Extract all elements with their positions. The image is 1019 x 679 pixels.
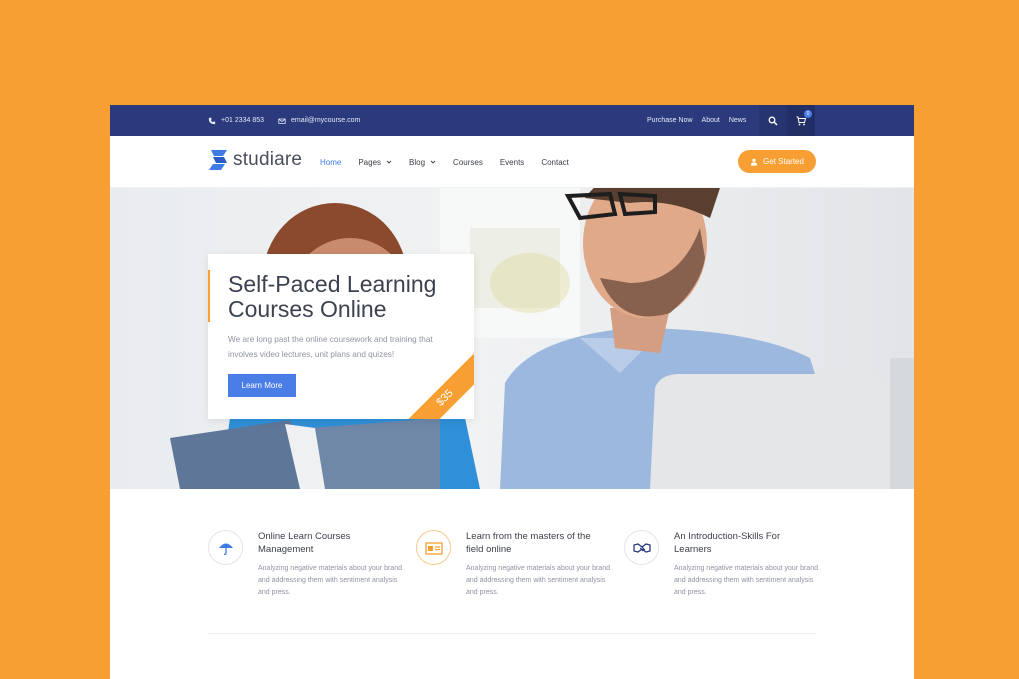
logo[interactable]: studiare xyxy=(208,149,302,171)
hero-title-line: Courses Online xyxy=(228,296,387,322)
news-link[interactable]: News xyxy=(729,117,747,124)
cart-count-badge: 0 xyxy=(804,110,812,118)
nav-label: Home xyxy=(320,157,342,167)
main-navbar: studiare Home Pages Blog Courses Events … xyxy=(110,136,914,188)
purchase-now-link[interactable]: Purchase Now xyxy=(647,117,693,124)
feature-text: Analyzing negative materials about your … xyxy=(674,565,818,596)
feature-icon-wrap xyxy=(624,530,659,565)
search-button[interactable] xyxy=(759,105,787,136)
hero-accent-bar xyxy=(208,270,210,322)
phone-icon xyxy=(208,117,216,124)
email-info: email@mycourse.com xyxy=(278,117,360,125)
id-card-icon xyxy=(424,541,443,555)
contact-info: +01 2334 853 email@mycourse.com xyxy=(208,105,360,136)
logo-mark-icon xyxy=(209,150,227,170)
chevron-down-icon xyxy=(386,160,392,164)
email-address[interactable]: email@mycourse.com xyxy=(291,117,360,124)
phone-number[interactable]: +01 2334 853 xyxy=(221,117,264,124)
website-preview: +01 2334 853 email@mycourse.com Purchase… xyxy=(110,105,914,679)
hero-title-line: Self-Paced Learning xyxy=(228,271,437,297)
nav-item-pages[interactable]: Pages xyxy=(358,158,392,167)
cart-button[interactable]: 0 xyxy=(787,105,815,136)
feature-icon-wrap xyxy=(208,530,243,565)
nav-item-home[interactable]: Home xyxy=(320,158,341,167)
get-started-button[interactable]: Get Started xyxy=(738,150,816,173)
phone-info: +01 2334 853 xyxy=(208,117,264,125)
nav-label: Courses xyxy=(453,157,483,167)
nav-item-blog[interactable]: Blog xyxy=(409,158,436,167)
about-link[interactable]: About xyxy=(702,117,720,124)
nav-item-courses[interactable]: Courses xyxy=(453,158,483,167)
feature-icon-wrap xyxy=(416,530,451,565)
section-divider xyxy=(208,633,816,634)
user-icon xyxy=(750,158,758,166)
get-started-label: Get Started xyxy=(763,157,804,166)
nav-label: Contact xyxy=(541,157,569,167)
feature-title: Online Learn Courses Management xyxy=(258,531,351,555)
brand-name: studiare xyxy=(233,149,303,170)
hero-title: Self-Paced Learning Courses Online xyxy=(228,272,458,322)
envelope-icon xyxy=(278,118,286,124)
feature-title: Learn from the masters of the field onli… xyxy=(466,531,591,555)
learn-more-button[interactable]: Learn More xyxy=(228,374,296,397)
hero-description: We are long past the online coursework a… xyxy=(228,335,433,359)
nav-label: Pages xyxy=(358,157,382,167)
nav-label: Events xyxy=(499,157,525,167)
chevron-down-icon xyxy=(430,160,436,164)
main-menu: Home Pages Blog Courses Events Contact xyxy=(320,136,569,188)
nav-label: Blog xyxy=(409,157,426,167)
feature-text: Analyzing negative materials about your … xyxy=(466,565,610,596)
umbrella-icon xyxy=(218,543,233,555)
hero-section: Self-Paced Learning Courses Online We ar… xyxy=(110,188,914,489)
feature-title: An Introduction-Skills For Learners xyxy=(674,531,781,555)
hero-card: Self-Paced Learning Courses Online We ar… xyxy=(208,254,474,419)
search-icon xyxy=(768,116,778,126)
feature-text: Analyzing negative materials about your … xyxy=(258,565,402,596)
top-bar: +01 2334 853 email@mycourse.com Purchase… xyxy=(110,105,914,136)
top-links: Purchase Now About News xyxy=(647,105,746,136)
nav-item-contact[interactable]: Contact xyxy=(541,158,569,167)
nav-item-events[interactable]: Events xyxy=(500,158,524,167)
handshake-icon xyxy=(632,542,651,553)
